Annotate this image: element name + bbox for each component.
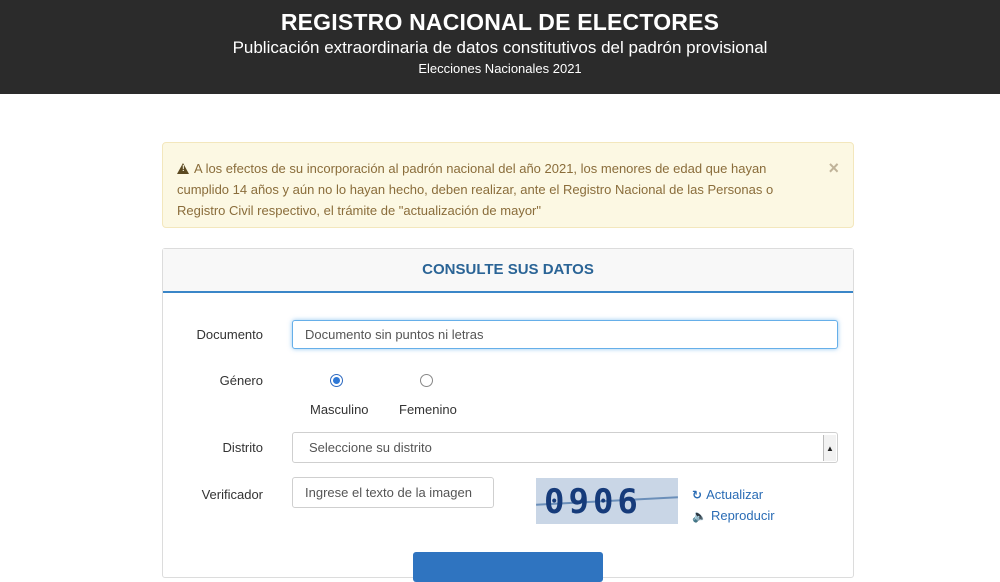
consulta-panel: CONSULTE SUS DATOS bbox=[162, 248, 854, 578]
genero-label: Género bbox=[219, 373, 263, 388]
page-title: REGISTRO NACIONAL DE ELECTORES bbox=[280, 9, 720, 35]
radio-masculino-label[interactable]: Masculino bbox=[310, 402, 369, 417]
verificador-input[interactable]: Ingrese el texto de la imagen bbox=[292, 477, 494, 508]
radio-masculino[interactable] bbox=[330, 374, 343, 387]
audio-label: Reproducir bbox=[710, 508, 775, 523]
captcha-image: 0906 bbox=[536, 478, 678, 524]
warning-alert: ! A los efectos de su incorporación al pa… bbox=[162, 142, 854, 228]
radio-femenino-label[interactable]: Femenino bbox=[399, 402, 457, 417]
refresh-label: Actualizar bbox=[706, 487, 764, 502]
panel-heading: CONSULTE SUS DATOS bbox=[163, 249, 853, 293]
alert-text: A los efectos de su incorporación al pad… bbox=[177, 161, 774, 218]
warning-icon: ! bbox=[177, 163, 189, 174]
captcha-audio-link[interactable]: 🔈 Reproducir bbox=[692, 508, 775, 523]
verificador-placeholder: Ingrese el texto de la imagen bbox=[305, 485, 472, 500]
submit-button[interactable] bbox=[413, 552, 603, 582]
radio-femenino[interactable] bbox=[420, 374, 433, 387]
documento-label: Documento bbox=[196, 327, 263, 342]
election-label: Elecciones Nacionales 2021 bbox=[418, 61, 582, 76]
select-arrow-icon[interactable]: ▲ bbox=[823, 435, 836, 461]
panel-title: CONSULTE SUS DATOS bbox=[422, 261, 594, 278]
refresh-icon: ↻ bbox=[692, 487, 703, 502]
speaker-icon: 🔈 bbox=[692, 508, 707, 523]
alert-message: ! A los efectos de su incorporación al pa… bbox=[177, 158, 817, 221]
verificador-label: Verificador bbox=[201, 487, 263, 502]
distrito-select[interactable]: Seleccione su distrito ▲ bbox=[292, 432, 838, 463]
alert-close-button[interactable]: × bbox=[828, 159, 839, 177]
documento-input[interactable]: Documento sin puntos ni letras bbox=[292, 320, 838, 349]
page-subtitle: Publicación extraordinaria de datos cons… bbox=[232, 38, 768, 57]
documento-placeholder: Documento sin puntos ni letras bbox=[305, 327, 484, 342]
distrito-selected-value: Seleccione su distrito bbox=[309, 440, 432, 455]
distrito-label: Distrito bbox=[222, 440, 263, 455]
captcha-refresh-link[interactable]: ↻ Actualizar bbox=[692, 487, 763, 502]
page-header: REGISTRO NACIONAL DE ELECTORES Publicaci… bbox=[0, 0, 1000, 94]
captcha-text: 0906 bbox=[544, 482, 642, 522]
